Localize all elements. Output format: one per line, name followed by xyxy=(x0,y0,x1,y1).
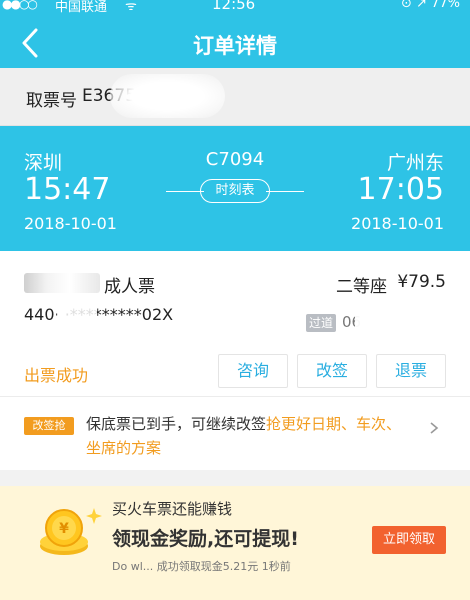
schedule-button[interactable]: 时刻表 xyxy=(200,179,270,203)
departure-date: 2018-10-01 xyxy=(24,214,117,233)
status-bar: ●●○○ 中国联通 ᯤ 12:56 ⊙ ↗ 77% xyxy=(0,0,470,18)
reward-line2: 领现金奖励,还可提现! xyxy=(112,528,299,550)
battery-status: ⊙ ↗ 77% xyxy=(401,0,460,11)
passenger-card: 成人票 二等座 ¥79.5 440· ·*********02X 过道 06 出… xyxy=(0,251,470,396)
claim-button[interactable]: 立即领取 xyxy=(372,526,446,554)
id-number: 440· ·*********02X xyxy=(24,305,174,324)
chevron-right-icon xyxy=(430,422,439,434)
cash-reward-banner[interactable]: ¥ 买火车票还能赚钱 领现金奖励,还可提现! Do wl... 成功领取现金5.… xyxy=(0,486,470,600)
ticket-price: ¥79.5 xyxy=(397,272,446,292)
promo-tag: 改签抢 xyxy=(24,417,74,435)
trip-summary: 深圳 C7094 广州东 15:47 17:05 时刻表 2018-10-01 … xyxy=(0,126,470,251)
redaction-mask xyxy=(110,74,225,118)
pickup-label: 取票号 xyxy=(26,91,77,111)
nav-bar: 订单详情 xyxy=(0,18,470,68)
carrier-name: 中国联通 xyxy=(55,0,108,15)
change-ticket-button[interactable]: 改签 xyxy=(297,354,367,388)
route-line-right xyxy=(266,191,304,192)
clock: 12:56 xyxy=(212,0,256,13)
reward-ticker: Do wl... 成功领取现金5.21元 1秒前 xyxy=(112,560,291,573)
promo-text-plain: 保底票已到手，可继续改签 xyxy=(86,415,267,433)
arrival-station: 广州东 xyxy=(386,152,444,174)
ticket-status: 出票成功 xyxy=(24,366,89,385)
gate-badge: 过道 xyxy=(306,314,336,332)
gate-redaction-mask xyxy=(355,307,445,335)
refund-button[interactable]: 退票 xyxy=(376,354,446,388)
wifi-icon: ᯤ xyxy=(125,0,137,14)
arrival-date: 2018-10-01 xyxy=(351,214,444,233)
passenger-name-redacted xyxy=(24,273,100,293)
promo-text: 保底票已到手，可继续改签抢更好日期、车次、坐席的方案 xyxy=(86,412,408,460)
route-line-left xyxy=(166,191,204,192)
arrival-time: 17:05 xyxy=(357,172,444,207)
departure-time: 15:47 xyxy=(24,172,111,207)
coin-icon: ¥ xyxy=(40,508,102,555)
ticket-pickup-row: 取票号 E3675 xyxy=(0,68,470,126)
svg-text:¥: ¥ xyxy=(59,521,69,537)
guarantee-promo[interactable]: 改签抢 保底票已到手，可继续改签抢更好日期、车次、坐席的方案 xyxy=(0,396,470,470)
signal-icon: ●●○○ xyxy=(2,0,38,11)
ticket-type: 成人票 xyxy=(104,277,155,297)
consult-button[interactable]: 咨询 xyxy=(218,354,288,388)
page-title: 订单详情 xyxy=(193,34,277,58)
reward-line1: 买火车票还能赚钱 xyxy=(112,500,233,518)
seat-class: 二等座 xyxy=(336,277,387,297)
id-redaction-mask xyxy=(57,304,97,322)
